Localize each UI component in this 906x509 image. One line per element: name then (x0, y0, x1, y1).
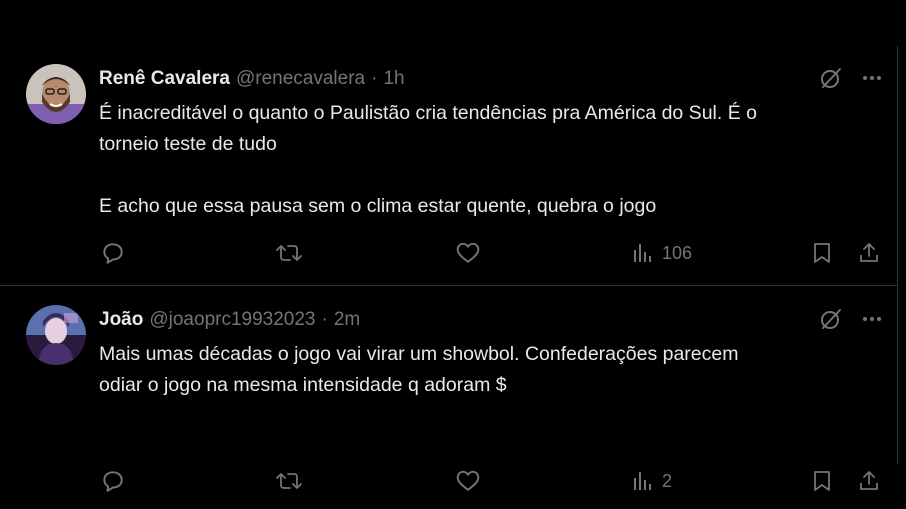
like-button[interactable] (455, 467, 481, 495)
avatar[interactable] (26, 305, 86, 365)
views-count: 106 (662, 242, 693, 263)
reply-icon (103, 471, 123, 492)
separator-dot: · (371, 68, 378, 89)
timestamp[interactable]: 1h (383, 68, 404, 90)
separator-dot: · (321, 309, 328, 330)
heart-icon (456, 470, 480, 491)
tweet-header: Renê Cavalera @renecavalera · 1h (99, 67, 405, 91)
tweet-top-actions (819, 66, 883, 90)
retweet-icon (276, 245, 302, 261)
person-avatar-icon (26, 64, 86, 124)
reply-icon (103, 243, 123, 264)
display-name[interactable]: João (99, 309, 143, 331)
person-avatar-icon (26, 305, 86, 365)
reply-button[interactable] (100, 467, 126, 495)
tweet-header: João @joaoprc19932023 · 2m (99, 308, 360, 332)
retweet-icon (276, 473, 302, 489)
views-count: 2 (662, 470, 673, 491)
tweet-top-actions (819, 307, 883, 331)
views-button[interactable]: 106 (632, 239, 692, 267)
share-button[interactable] (857, 467, 881, 495)
like-button[interactable] (455, 239, 481, 267)
grok-icon[interactable] (819, 307, 843, 331)
bookmark-icon (814, 243, 830, 263)
share-icon (860, 243, 878, 262)
tweet-text-line: Mais umas décadas o jogo vai virar um sh… (99, 343, 739, 365)
more-icon[interactable] (861, 67, 883, 89)
tweet-text-line: E acho que essa pausa sem o clima estar … (99, 195, 657, 217)
views-icon (634, 472, 651, 490)
retweet-button[interactable] (275, 467, 303, 495)
display-name[interactable]: Renê Cavalera (99, 68, 230, 90)
tweet-text: É inacreditável o quanto o Paulistão cri… (99, 98, 889, 222)
tweet-actions: 106 (100, 239, 885, 267)
reply-thread: Renê Cavalera @renecavalera · 1h É inacr… (0, 46, 898, 492)
share-button[interactable] (857, 239, 881, 267)
tweet[interactable]: Renê Cavalera @renecavalera · 1h É inacr… (0, 46, 897, 286)
bookmark-button[interactable] (810, 467, 834, 495)
tweet-text-line: odiar o jogo na mesma intensidade q ador… (99, 374, 507, 396)
grok-icon[interactable] (819, 66, 843, 90)
reply-button[interactable] (100, 239, 126, 267)
user-handle[interactable]: @joaoprc19932023 (149, 309, 315, 331)
bookmark-icon (814, 471, 830, 491)
views-button[interactable]: 2 (632, 467, 672, 495)
tweet-text-line: É inacreditável o quanto o Paulistão cri… (99, 102, 757, 124)
tweet-text: Mais umas décadas o jogo vai virar um sh… (99, 339, 889, 401)
views-icon (634, 244, 651, 262)
tweet[interactable]: João @joaoprc19932023 · 2m Mais umas déc… (0, 287, 897, 492)
bookmark-button[interactable] (810, 239, 834, 267)
more-icon[interactable] (861, 308, 883, 330)
user-handle[interactable]: @renecavalera (236, 68, 365, 90)
tweet-actions: 2 (100, 467, 885, 495)
timestamp[interactable]: 2m (334, 309, 360, 331)
share-icon (860, 471, 878, 490)
retweet-button[interactable] (275, 239, 303, 267)
heart-icon (456, 242, 480, 263)
screenshot-frame: Renê Cavalera @renecavalera · 1h É inacr… (0, 0, 906, 509)
avatar[interactable] (26, 64, 86, 124)
tweet-text-line: torneio teste de tudo (99, 133, 277, 155)
